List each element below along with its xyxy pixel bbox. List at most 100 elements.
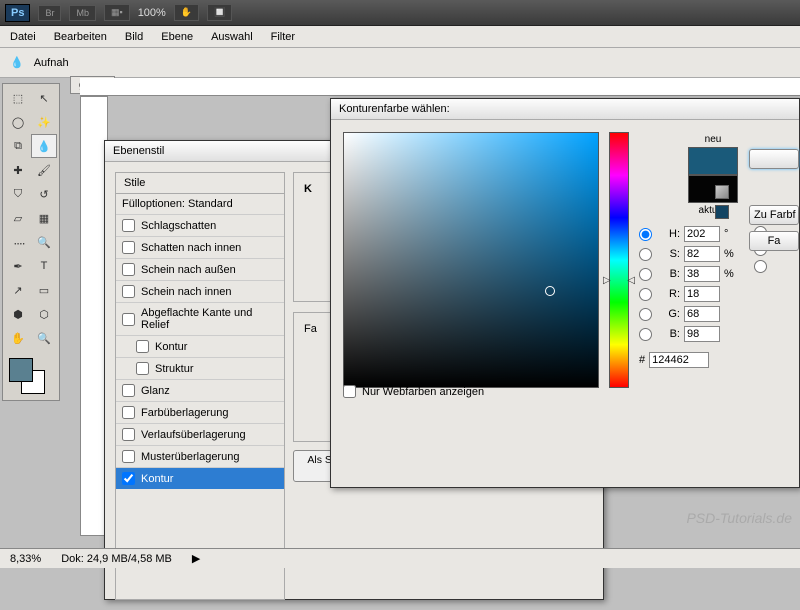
- style-item-stroke[interactable]: Kontur: [116, 467, 284, 489]
- input-s[interactable]: [684, 246, 720, 262]
- radio-b[interactable]: [639, 268, 652, 281]
- menu-bild[interactable]: Bild: [125, 31, 143, 43]
- status-zoom[interactable]: 8,33%: [10, 553, 41, 565]
- chevron-right-icon[interactable]: ▶: [192, 552, 200, 565]
- style-item-innerglow[interactable]: Schein nach innen: [116, 280, 284, 302]
- style-item-outerglow[interactable]: Schein nach außen: [116, 258, 284, 280]
- cb-gradientoverlay[interactable]: [122, 428, 135, 441]
- path-tool[interactable]: ↗: [5, 278, 31, 302]
- 3d-tool[interactable]: ⬢: [5, 302, 31, 326]
- webcolors-checkbox[interactable]: [343, 385, 356, 398]
- ok-button[interactable]: [749, 149, 799, 169]
- screenmode-button[interactable]: ▦▪: [104, 4, 130, 21]
- stamp-tool[interactable]: ⛉: [5, 182, 31, 206]
- style-item-dropshadow[interactable]: Schlagschatten: [116, 214, 284, 236]
- style-item-bevel[interactable]: Abgeflachte Kante und Relief: [116, 302, 284, 335]
- optbar-sample-label: Aufnah: [34, 57, 69, 69]
- new-color-swatch[interactable]: [688, 147, 738, 175]
- pen-tool[interactable]: ✒: [5, 254, 31, 278]
- workspace: ⬚↖ ◯✨ ⧉💧 ✚🖌 ⛉↺ ▱▦ ᠁🔍 ✒T ↗▭ ⬢⬡ ✋🔍 globa E…: [0, 78, 800, 548]
- crop-tool[interactable]: ⧉: [5, 134, 31, 158]
- style-item-contour[interactable]: Kontur: [116, 335, 284, 357]
- add-swatch-button[interactable]: Fa: [749, 231, 799, 251]
- input-h[interactable]: [684, 226, 720, 242]
- cb-outerglow[interactable]: [122, 263, 135, 276]
- ruler-horizontal: [80, 78, 800, 96]
- gradient-tool[interactable]: ▦: [31, 206, 57, 230]
- input-r[interactable]: [684, 286, 720, 302]
- saturation-value-field[interactable]: [343, 132, 599, 388]
- style-item-gradientoverlay[interactable]: Verlaufsüberlagerung: [116, 423, 284, 445]
- style-item-texture[interactable]: Struktur: [116, 357, 284, 379]
- eyedropper-icon: 💧: [10, 56, 24, 69]
- cb-patternoverlay[interactable]: [122, 450, 135, 463]
- menu-bearbeiten[interactable]: Bearbeiten: [54, 31, 107, 43]
- cb-innershadow[interactable]: [122, 241, 135, 254]
- bridge-button[interactable]: Br: [38, 5, 61, 21]
- marquee-tool[interactable]: ⬚: [5, 86, 31, 110]
- style-item-coloroverlay[interactable]: Farbüberlagerung: [116, 401, 284, 423]
- cb-stroke[interactable]: [122, 472, 135, 485]
- color-swatches[interactable]: [5, 358, 57, 398]
- toolbox: ⬚↖ ◯✨ ⧉💧 ✚🖌 ⛉↺ ▱▦ ᠁🔍 ✒T ↗▭ ⬢⬡ ✋🔍: [2, 83, 60, 401]
- 3d-cam-tool[interactable]: ⬡: [31, 302, 57, 326]
- brush-tool[interactable]: 🖌: [31, 158, 57, 182]
- sv-cursor[interactable]: [545, 286, 555, 296]
- blur-tool[interactable]: ᠁: [5, 230, 31, 254]
- type-tool[interactable]: T: [31, 254, 57, 278]
- wand-tool[interactable]: ✨: [31, 110, 57, 134]
- style-item-patternoverlay[interactable]: Musterüberlagerung: [116, 445, 284, 467]
- view-button[interactable]: 🔲: [207, 4, 232, 21]
- heal-tool[interactable]: ✚: [5, 158, 31, 182]
- eyedropper-tool[interactable]: 💧: [31, 134, 57, 158]
- cb-contour[interactable]: [136, 340, 149, 353]
- options-bar: 💧 Aufnah: [0, 48, 800, 78]
- input-g[interactable]: [684, 306, 720, 322]
- radio-g[interactable]: [639, 308, 652, 321]
- fg-swatch[interactable]: [9, 358, 33, 382]
- hand-tool[interactable]: ✋: [5, 326, 31, 350]
- cb-innerglow[interactable]: [122, 285, 135, 298]
- style-item-satin[interactable]: Glanz: [116, 379, 284, 401]
- cb-satin[interactable]: [122, 384, 135, 397]
- zoom-tool[interactable]: 🔍: [31, 326, 57, 350]
- menu-ebene[interactable]: Ebene: [161, 31, 193, 43]
- cb-texture[interactable]: [136, 362, 149, 375]
- menu-datei[interactable]: Datei: [10, 31, 36, 43]
- hue-pointer-left[interactable]: ▷: [603, 275, 611, 286]
- input-b[interactable]: [684, 266, 720, 282]
- hand-button[interactable]: ✋: [174, 4, 199, 21]
- websafe-swatch[interactable]: [715, 205, 729, 219]
- zoom-display[interactable]: 100%: [138, 7, 166, 19]
- history-tool[interactable]: ↺: [31, 182, 57, 206]
- radio-b2[interactable]: [754, 260, 767, 273]
- hue-pointer-right[interactable]: ◁: [627, 275, 635, 286]
- input-hex[interactable]: [649, 352, 709, 368]
- cb-bevel[interactable]: [122, 313, 135, 326]
- cb-dropshadow[interactable]: [122, 219, 135, 232]
- radio-s[interactable]: [639, 248, 652, 261]
- current-color-swatch[interactable]: [688, 175, 738, 203]
- input-blue[interactable]: [684, 326, 720, 342]
- radio-h[interactable]: [639, 228, 652, 241]
- dodge-tool[interactable]: 🔍: [31, 230, 57, 254]
- webcolors-label: Nur Webfarben anzeigen: [362, 386, 484, 398]
- blend-options-item[interactable]: Fülloptionen: Standard: [116, 194, 284, 214]
- style-item-innershadow[interactable]: Schatten nach innen: [116, 236, 284, 258]
- status-doc[interactable]: Dok: 24,9 MB/4,58 MB: [61, 553, 172, 565]
- move-tool[interactable]: ↖: [31, 86, 57, 110]
- eraser-tool[interactable]: ▱: [5, 206, 31, 230]
- menu-auswahl[interactable]: Auswahl: [211, 31, 253, 43]
- styles-header[interactable]: Stile: [115, 172, 285, 194]
- shape-tool[interactable]: ▭: [31, 278, 57, 302]
- hue-slider[interactable]: ▷ ◁: [609, 132, 629, 388]
- cb-coloroverlay[interactable]: [122, 406, 135, 419]
- minibridge-button[interactable]: Mb: [69, 5, 96, 21]
- color-libraries-button[interactable]: Zu Farbf: [749, 205, 799, 225]
- radio-bl[interactable]: [639, 328, 652, 341]
- lasso-tool[interactable]: ◯: [5, 110, 31, 134]
- warning-cube-icon[interactable]: [715, 185, 729, 199]
- menu-filter[interactable]: Filter: [271, 31, 295, 43]
- color-picker-title[interactable]: Konturenfarbe wählen:: [331, 99, 799, 120]
- radio-r[interactable]: [639, 288, 652, 301]
